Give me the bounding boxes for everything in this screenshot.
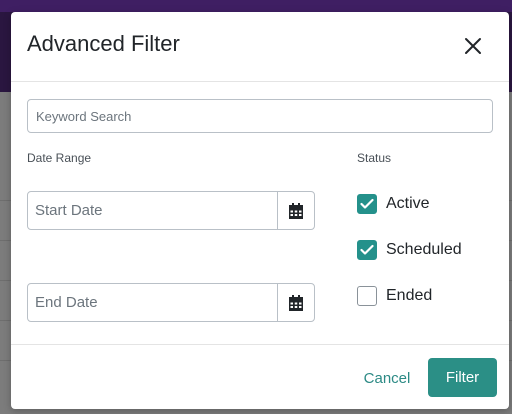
ended-label: Ended	[386, 287, 433, 304]
end-date-calendar-button[interactable]	[277, 284, 314, 321]
calendar-icon	[289, 202, 303, 219]
active-checkbox[interactable]	[357, 194, 377, 214]
start-date-group	[27, 191, 315, 230]
status-label: Status	[357, 151, 392, 165]
scheduled-label: Scheduled	[386, 241, 462, 258]
dialog-title: Advanced Filter	[27, 31, 180, 56]
start-date-calendar-button[interactable]	[277, 192, 314, 229]
active-label: Active	[386, 195, 430, 212]
dialog-footer: Cancel Filter	[11, 344, 509, 409]
end-date-group	[27, 283, 315, 322]
end-date-input[interactable]	[28, 284, 277, 321]
ended-checkbox[interactable]	[357, 286, 377, 306]
calendar-icon	[289, 294, 303, 311]
checkmark-icon	[360, 244, 374, 255]
status-option-scheduled[interactable]: Scheduled	[357, 239, 462, 261]
scheduled-checkbox[interactable]	[357, 240, 377, 260]
status-option-ended[interactable]: Ended	[357, 285, 432, 307]
filter-button[interactable]: Filter	[428, 358, 497, 397]
status-option-active[interactable]: Active	[357, 193, 430, 215]
cancel-button[interactable]: Cancel	[357, 364, 417, 392]
close-icon[interactable]	[461, 34, 485, 58]
checkmark-icon	[360, 198, 374, 209]
keyword-search-input[interactable]	[27, 99, 493, 133]
start-date-input[interactable]	[28, 192, 277, 229]
advanced-filter-dialog: Advanced Filter Date Range Status	[11, 12, 509, 409]
background-app-top-stripe	[0, 0, 512, 12]
dialog-header: Advanced Filter	[11, 12, 509, 82]
date-range-label: Date Range	[27, 151, 92, 165]
